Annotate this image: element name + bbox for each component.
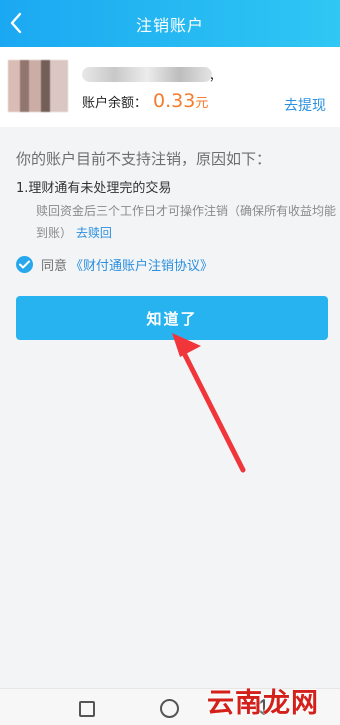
home-icon[interactable] <box>160 699 179 718</box>
watermark-logo: 云南龙网 <box>207 688 319 719</box>
recent-apps-icon[interactable] <box>79 701 95 717</box>
annotation-arrow <box>172 333 246 473</box>
